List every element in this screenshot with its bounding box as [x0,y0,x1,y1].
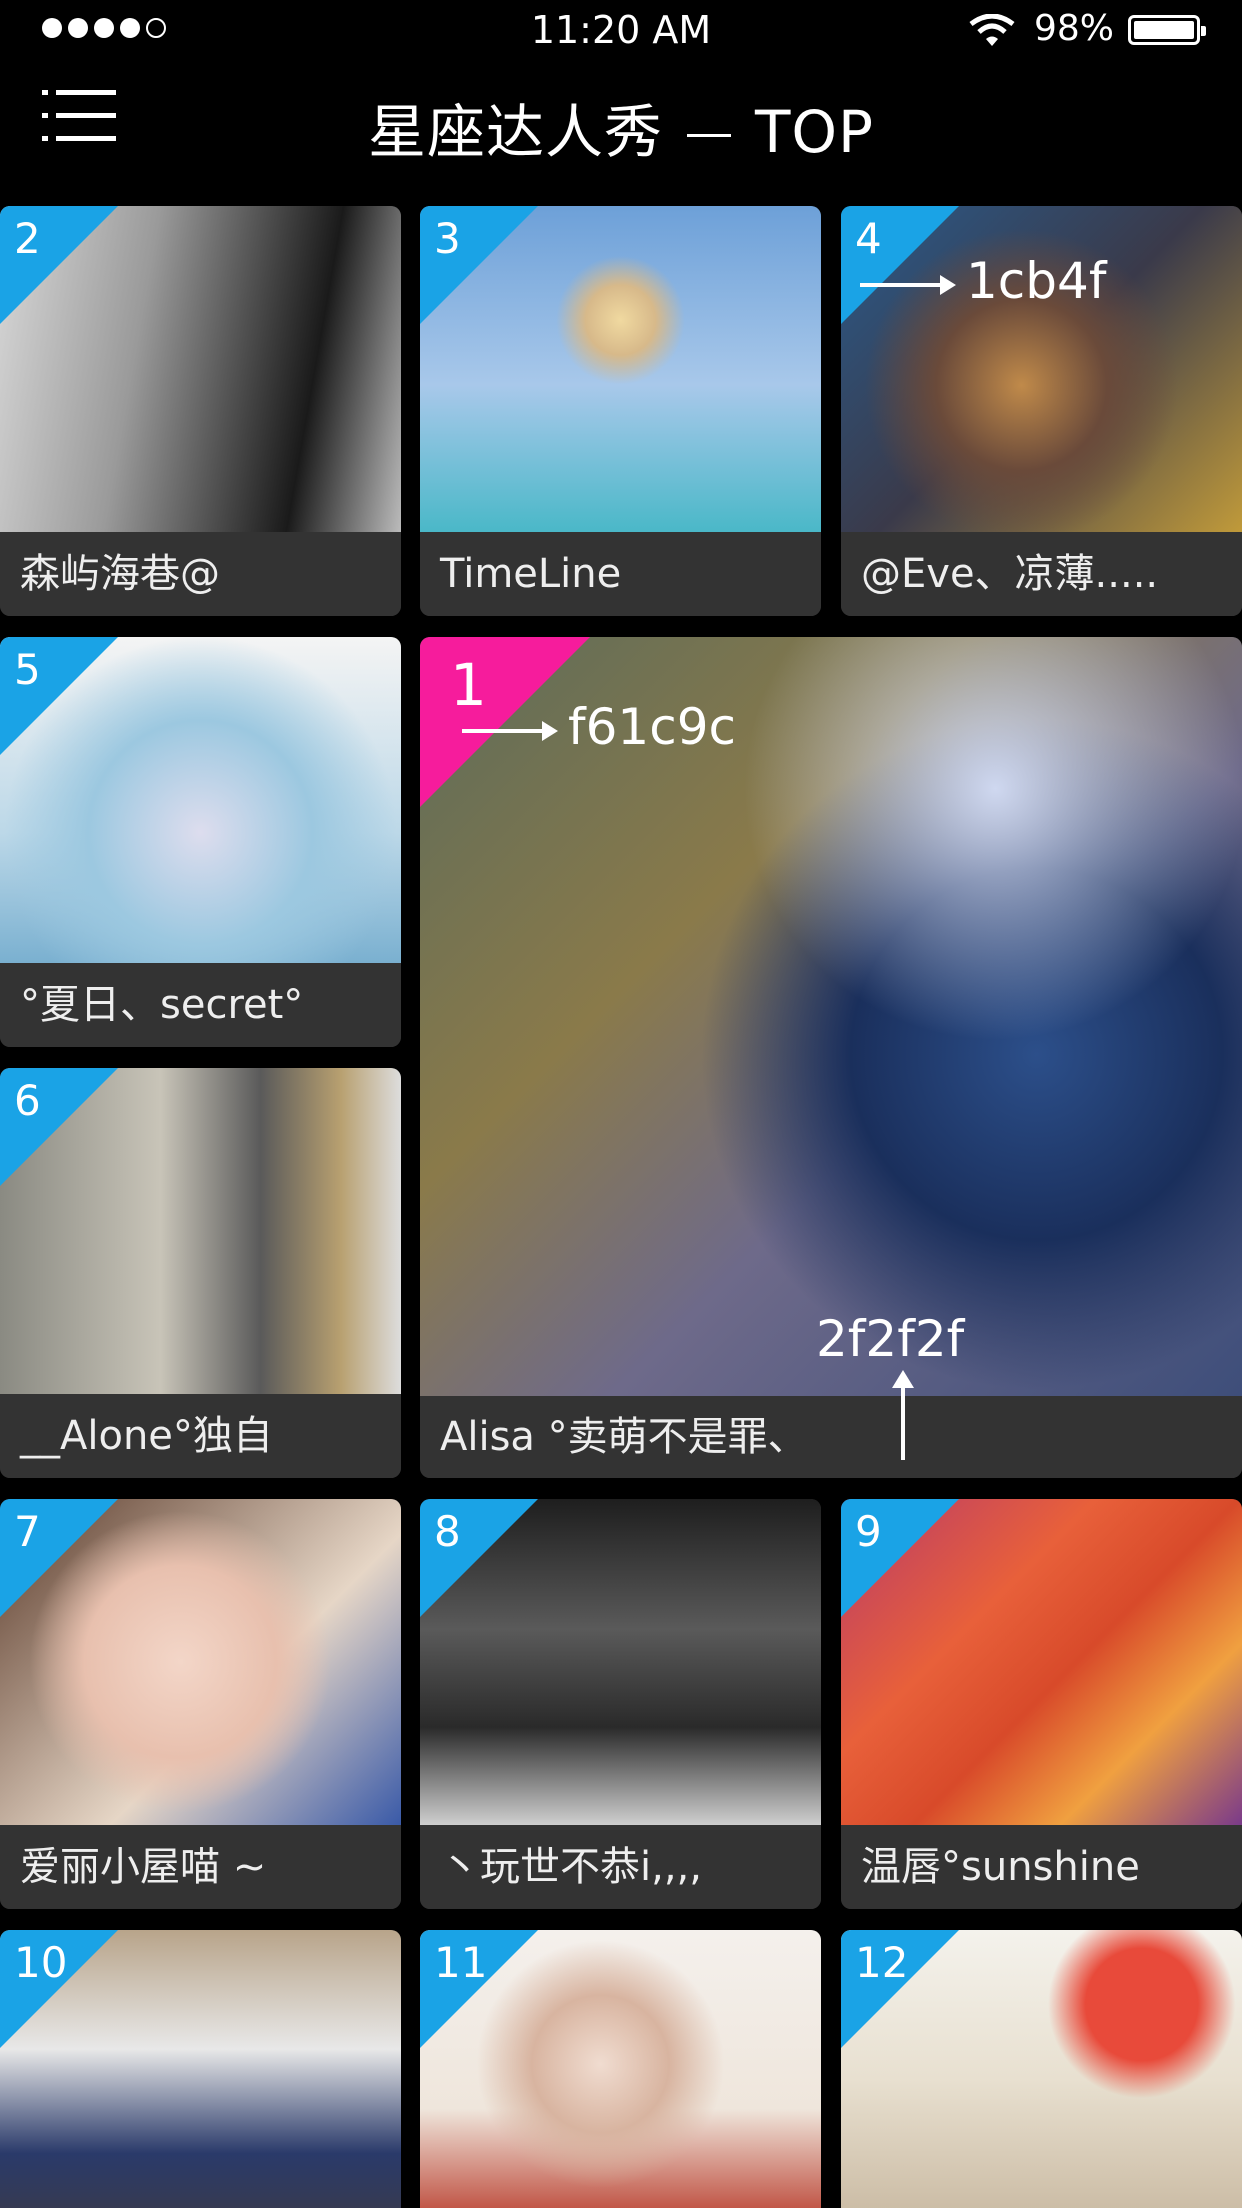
user-name: 爱丽小屋喵 ~ [0,1825,401,1909]
ranking-tile-9[interactable]: 9 温唇°sunshine [841,1499,1242,1909]
ranking-tile-6[interactable]: 6 __Alone°独自 [0,1068,401,1478]
ranking-tile-7[interactable]: 7 爱丽小屋喵 ~ [0,1499,401,1909]
rank-badge: 10 [0,1930,120,2048]
rank-number: 6 [14,1076,41,1125]
wifi-icon [969,14,1015,46]
rank-badge: 7 [0,1499,120,1617]
rank-number: 3 [434,214,461,263]
rank-badge: 8 [420,1499,540,1617]
status-bar: 11:20 AM 98% [0,0,1242,60]
rank-number: 9 [855,1507,882,1556]
battery-percentage: 98% [1034,8,1115,49]
rank-number: 2 [14,214,41,263]
annotation-tile1: f61c9c [462,698,736,756]
page-title: 星座达人秀 TOP [0,85,1242,169]
rank-badge: 5 [0,637,120,755]
rank-badge: 12 [841,1930,961,2048]
user-name: __Alone°独自 [0,1394,401,1478]
annotation-tile4: 1cb4f [860,252,1106,310]
nav-bar: 星座达人秀 TOP [0,60,1242,200]
user-name: °夏日、secret° [0,963,401,1047]
user-name: TimeLine [420,532,821,616]
rank-badge: 3 [420,206,540,324]
user-name: 丶玩世不恭i,,,, [420,1825,821,1909]
rank-number: 11 [434,1938,488,1987]
rank-badge: 2 [0,206,120,324]
user-name: 温唇°sunshine [841,1825,1242,1909]
rank-number: 8 [434,1507,461,1556]
rank-badge: 11 [420,1930,540,2048]
battery-icon [1128,15,1206,45]
rank-number: 5 [14,645,41,694]
user-name: Alisa °卖萌不是罪、 [420,1396,1242,1478]
ranking-tile-5[interactable]: 5 °夏日、secret° [0,637,401,1047]
user-name: 森屿海巷@ [0,532,401,616]
rank-number: 12 [855,1938,909,1987]
title-dash [686,134,731,138]
rank-badge: 9 [841,1499,961,1617]
page-title-suffix: TOP [754,98,875,166]
annotation-caption: 2f2f2f [816,1310,965,1368]
user-name: @Eve、凉薄..... [841,532,1242,616]
rank-badge: 6 [0,1068,120,1186]
ranking-tile-8[interactable]: 8 丶玩世不恭i,,,, [420,1499,821,1909]
annotation-caption-arrow [892,1370,914,1460]
rank-number: 7 [14,1507,41,1556]
page-title-main: 星座达人秀 [367,98,663,166]
ranking-tile-12[interactable]: 12 [841,1930,1242,2208]
ranking-tile-11[interactable]: 11 [420,1930,821,2208]
ranking-tile-10[interactable]: 10 [0,1930,401,2208]
ranking-tile-2[interactable]: 2 森屿海巷@ [0,206,401,616]
ranking-tile-3[interactable]: 3 TimeLine [420,206,821,616]
rank-number: 10 [14,1938,68,1987]
